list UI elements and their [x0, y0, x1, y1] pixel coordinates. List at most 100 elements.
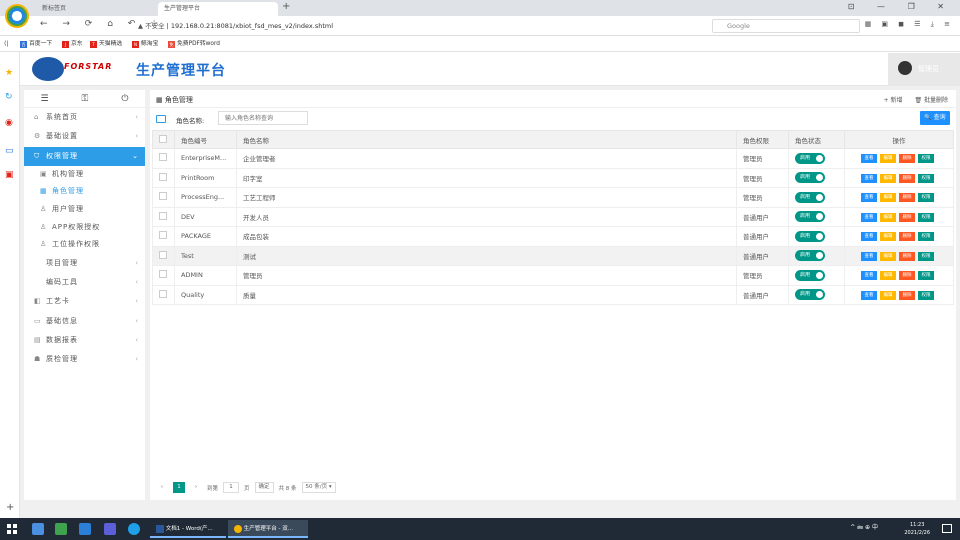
sidebar-item-projects[interactable]: 项目管理 ‹	[24, 254, 145, 273]
status-toggle[interactable]: 启用	[795, 250, 825, 262]
page-size-select[interactable]: 50 条/页 ▾	[301, 482, 336, 493]
table-row[interactable]: Test 测试 普通用户 启用 查看 编辑 删除 权限	[152, 245, 954, 266]
row-checkbox[interactable]	[159, 270, 167, 279]
tab-app[interactable]: 生产管理平台	[158, 2, 278, 16]
menu-icon[interactable]: ☰	[40, 94, 48, 104]
edit-button[interactable]: 编辑	[880, 251, 896, 261]
view-button[interactable]: 查看	[861, 212, 877, 222]
role-name-input[interactable]	[218, 111, 308, 125]
row-checkbox[interactable]	[159, 211, 167, 220]
edit-button[interactable]: 编辑	[880, 271, 896, 281]
table-row[interactable]: Quality 质量 普通用户 启用 查看 编辑 删除 权限	[152, 284, 954, 305]
search-input[interactable]: Google	[712, 19, 860, 33]
taskbar-app-icon[interactable]	[79, 523, 91, 535]
sidebar-item-coding-tools[interactable]: 编码工具 ‹	[24, 273, 145, 292]
next-page-button[interactable]: ›	[190, 482, 202, 493]
status-toggle[interactable]: 启用	[795, 289, 825, 301]
page-1-button[interactable]: 1	[173, 482, 185, 493]
sidebar-item-station-perm[interactable]: ♙ 工位操作权限	[24, 236, 145, 254]
row-select-cell[interactable]	[152, 226, 175, 247]
row-select-cell[interactable]	[152, 148, 175, 169]
windows-start-icon[interactable]	[7, 524, 17, 534]
edit-button[interactable]: 编辑	[880, 232, 896, 242]
bookmark-item[interactable]: T 天猫精选	[90, 36, 122, 52]
sidebar-item-home[interactable]: ⌂ 系统首页 ‹	[24, 108, 145, 127]
row-select-cell[interactable]	[152, 284, 175, 305]
delete-button[interactable]: 删除	[899, 212, 915, 222]
permission-button[interactable]: 权限	[918, 232, 934, 242]
table-row[interactable]: PACKAGE 成品包装 普通用户 启用 查看 编辑 删除 权限	[152, 226, 954, 247]
row-select-cell[interactable]	[152, 245, 175, 266]
weibo-icon[interactable]: ◉	[5, 118, 13, 128]
panel-icon[interactable]: ▭	[5, 146, 14, 156]
edge-icon[interactable]	[128, 523, 140, 535]
permission-button[interactable]: 权限	[918, 251, 934, 261]
query-button[interactable]: 🔍 查询	[920, 111, 950, 125]
status-toggle[interactable]: 启用	[795, 211, 825, 223]
tab-new[interactable]: 新标签页	[36, 2, 136, 16]
goto-confirm-button[interactable]: 确定	[254, 482, 274, 493]
row-select-cell[interactable]	[152, 265, 175, 286]
clock[interactable]: 11:23 2021/2/26	[904, 521, 930, 537]
select-all-cell[interactable]	[152, 130, 175, 149]
view-button[interactable]: 查看	[861, 251, 877, 261]
delete-button[interactable]: 删除	[899, 154, 915, 164]
lock-icon[interactable]: ⚿	[82, 94, 89, 104]
bookmark-item[interactable]: 免免费PDF转word	[168, 36, 220, 52]
delete-button[interactable]: 删除	[899, 193, 915, 203]
status-toggle[interactable]: 启用	[795, 152, 825, 164]
sidebar-item-org[interactable]: ▣ 机构管理	[24, 166, 145, 184]
url-field[interactable]: ▲ 不安全 | 192.168.0.21:8081/xbiot_fsd_mes_…	[138, 20, 708, 32]
row-select-cell[interactable]	[152, 206, 175, 227]
table-row[interactable]: PrintRoom 印字室 管理员 启用 查看 编辑 删除 权限	[152, 167, 954, 188]
view-button[interactable]: 查看	[861, 173, 877, 183]
bookmark-item[interactable]: 百百度一下	[20, 36, 52, 52]
permission-button[interactable]: 权限	[918, 173, 934, 183]
sidebar-toggle-icon[interactable]: ⟨|	[4, 36, 8, 52]
table-row[interactable]: ADMIN 管理员 管理员 启用 查看 编辑 删除 权限	[152, 265, 954, 286]
bookmark-item[interactable]: N 鲸淘宝	[132, 36, 158, 52]
history-icon[interactable]: ↻	[5, 92, 13, 102]
row-checkbox[interactable]	[159, 153, 167, 162]
batch-delete-button[interactable]: 🗑 批量删除	[914, 97, 948, 104]
sidebar-item-permissions[interactable]: ⛉ 权限管理 ⌄	[24, 146, 145, 166]
taskbar-app-icon[interactable]	[32, 523, 44, 535]
view-button[interactable]: 查看	[861, 232, 877, 242]
taskbar-app-icon[interactable]	[55, 523, 67, 535]
row-select-cell[interactable]	[152, 187, 175, 208]
sidebar-item-app-auth[interactable]: ♙ APP权限授权	[24, 219, 145, 237]
extension-icons[interactable]: ▦ ▣ ◼ ☰ ⤓ ≡	[865, 20, 954, 29]
taskbar-browser-app[interactable]: 生产管理平台 - 双...	[228, 520, 308, 538]
permission-button[interactable]: 权限	[918, 154, 934, 164]
sidebar-item-quality[interactable]: ☗ 质检管理 ‹	[24, 350, 145, 369]
view-button[interactable]: 查看	[861, 290, 877, 300]
sidebar-item-users[interactable]: ♙ 用户管理	[24, 201, 145, 219]
permission-button[interactable]: 权限	[918, 290, 934, 300]
sidebar-item-roles[interactable]: ▦ 角色管理	[24, 183, 145, 201]
row-checkbox[interactable]	[159, 231, 167, 240]
sidebar-item-basic-info[interactable]: ▭ 基础信息 ‹	[24, 312, 145, 331]
prev-page-button[interactable]: ‹	[156, 482, 168, 493]
power-icon[interactable]: ⏻	[121, 94, 128, 104]
app-icon[interactable]: ▣	[5, 170, 14, 180]
table-row[interactable]: EnterpriseM... 企业管理者 管理员 启用 查看 编辑 删除 权限	[152, 148, 954, 169]
new-tab-button[interactable]: +	[282, 1, 290, 12]
view-button[interactable]: 查看	[861, 154, 877, 164]
delete-button[interactable]: 删除	[899, 290, 915, 300]
select-all-checkbox[interactable]	[159, 134, 167, 143]
permission-button[interactable]: 权限	[918, 193, 934, 203]
taskbar-word-app[interactable]: 文档1 - Word(产...	[150, 520, 226, 538]
system-tray[interactable]: ^ 🖮 ⊕ 中	[850, 522, 878, 533]
row-checkbox[interactable]	[159, 289, 167, 298]
table-row[interactable]: DEV 开发人员 普通用户 启用 查看 编辑 删除 权限	[152, 206, 954, 227]
taskbar-app-icon[interactable]	[104, 523, 116, 535]
notification-icon[interactable]	[942, 524, 952, 533]
user-menu[interactable]: 管理员	[888, 53, 960, 85]
window-controls[interactable]: ⊡ — ❐ ✕	[848, 2, 954, 11]
sidebar-item-reports[interactable]: ▤ 数据报表 ‹	[24, 331, 145, 350]
edit-button[interactable]: 编辑	[880, 212, 896, 222]
delete-button[interactable]: 删除	[899, 173, 915, 183]
sidebar-item-basic-settings[interactable]: ⚙ 基础设置 ‹	[24, 127, 145, 146]
sidebar-item-process-card[interactable]: ◧ 工艺卡 ‹	[24, 292, 145, 311]
add-button[interactable]: + 新增	[884, 97, 903, 104]
